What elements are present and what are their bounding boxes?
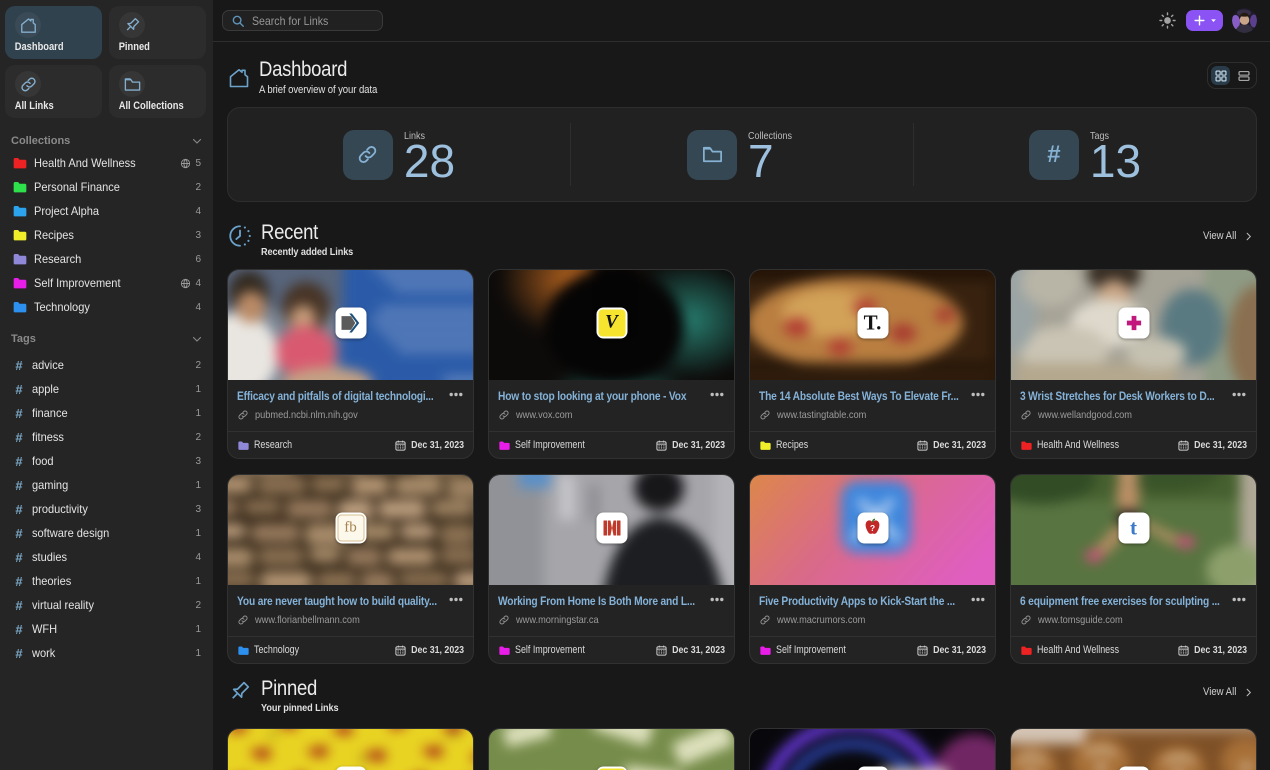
svg-text:?: ? bbox=[870, 523, 875, 533]
